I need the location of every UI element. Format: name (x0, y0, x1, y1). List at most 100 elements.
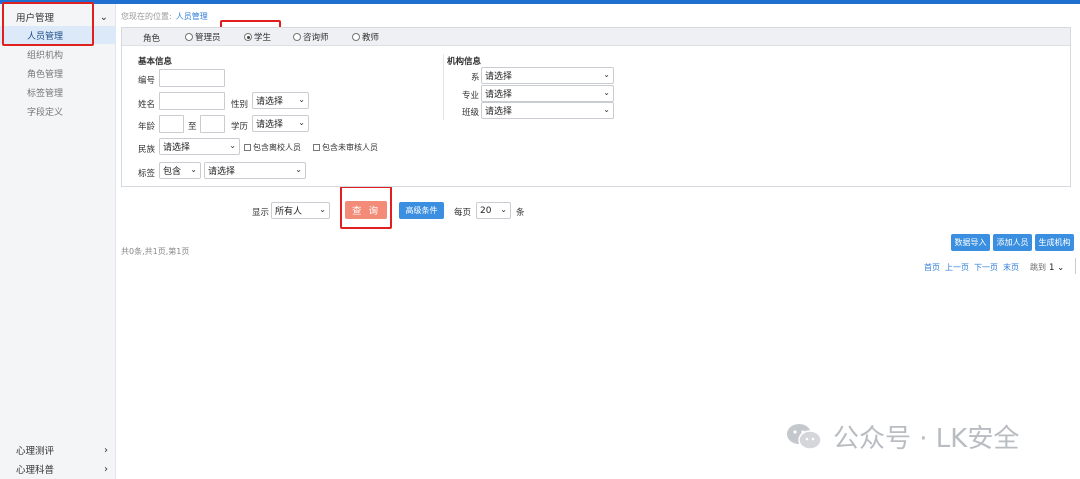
age-from-input[interactable] (159, 115, 184, 133)
per-page-value: 20 (480, 205, 492, 216)
radio-label: 教师 (362, 33, 380, 43)
sidebar-item-label: 字段定义 (27, 107, 64, 118)
education-label: 学历 (231, 122, 249, 132)
result-summary: 共0条,共1页,第1页 (121, 247, 190, 256)
radio-circle[interactable] (185, 33, 193, 41)
major-select-value: 请选择 (485, 90, 513, 100)
basic-info-title: 基本信息 (138, 57, 173, 67)
radio-circle-checked[interactable] (244, 33, 252, 41)
radio-label: 咨询师 (303, 33, 329, 43)
add-person-button[interactable]: 添加人员 (993, 234, 1032, 251)
role-label: 角色 (143, 34, 161, 44)
watermark-text: 公众号 · LK安全 (833, 424, 1020, 454)
radio-admin[interactable]: 管理员 (185, 31, 221, 43)
show-select[interactable]: 所有人 ⌄ (271, 202, 330, 219)
tag-label: 标签 (138, 169, 156, 179)
pager-jump-value: 1 (1049, 262, 1055, 273)
checkbox-box[interactable] (313, 144, 320, 151)
pager-prev[interactable]: 上一页 (945, 262, 969, 273)
chevron-down-icon: ⌄ (298, 95, 305, 104)
ethnic-label: 民族 (138, 145, 156, 155)
checkbox-include-unapproved[interactable]: 包含未审核人员 (313, 142, 378, 153)
department-select[interactable]: 请选择 ⌄ (481, 67, 614, 84)
sidebar-item-organization[interactable]: 组织机构 (0, 45, 116, 63)
tag-select[interactable]: 请选择 ⌄ (204, 162, 306, 179)
section-divider (443, 54, 444, 120)
query-button[interactable]: 查 询 (345, 201, 387, 219)
age-to-input[interactable] (200, 115, 225, 133)
gender-label: 性别 (231, 100, 249, 110)
gender-select-value: 请选择 (256, 97, 284, 107)
sidebar-item-roles[interactable]: 角色管理 (0, 64, 116, 82)
tag-mode-value: 包含 (163, 167, 182, 177)
radio-circle[interactable] (352, 33, 360, 41)
chevron-down-icon: ⌄ (99, 11, 108, 23)
id-input[interactable] (159, 69, 225, 87)
sidebar-item-label: 标签管理 (27, 88, 64, 99)
radio-student[interactable]: 学生 (244, 31, 271, 43)
pagination: 首页 上一页 下一页 末页 跳到 1 ⌄ (924, 262, 1064, 273)
name-label: 姓名 (138, 100, 156, 110)
per-page-unit: 条 (516, 208, 525, 218)
sidebar: 用户管理 ⌄ 人员管理 组织机构 角色管理 标签管理 字段定义 心理测评 › 心… (0, 4, 116, 479)
chevron-down-icon: ⌄ (298, 118, 305, 127)
sidebar-group-label: 用户管理 (16, 13, 55, 24)
tag-select-value: 请选择 (208, 167, 236, 177)
class-label: 班级 (462, 108, 480, 118)
role-bar: 角色 管理员 学生 咨询师 教师 (122, 28, 1070, 46)
sidebar-item-tags[interactable]: 标签管理 (0, 83, 116, 101)
chevron-down-icon: ⌄ (319, 205, 326, 214)
age-to-label: 至 (188, 122, 197, 132)
sidebar-item-label: 组织机构 (27, 50, 64, 61)
sidebar-group-psych-science[interactable]: 心理科普 › (0, 460, 116, 478)
pager-edge-divider (1075, 258, 1076, 274)
education-select[interactable]: 请选择 ⌄ (252, 115, 309, 132)
per-page-label: 每页 (454, 208, 472, 218)
sidebar-group-label: 心理科普 (16, 465, 55, 476)
major-select[interactable]: 请选择 ⌄ (481, 85, 614, 102)
radio-circle[interactable] (293, 33, 301, 41)
breadcrumb-current[interactable]: 人员管理 (176, 12, 208, 21)
education-select-value: 请选择 (256, 120, 284, 130)
gender-select[interactable]: 请选择 ⌄ (252, 92, 309, 109)
breadcrumb: 您现在的位置: 人员管理 (121, 11, 208, 22)
sidebar-group-psych-eval[interactable]: 心理测评 › (0, 441, 116, 459)
chevron-down-icon: ⌄ (603, 70, 610, 79)
generate-org-button[interactable]: 生成机构 (1035, 234, 1074, 251)
top-accent-bar (0, 0, 1080, 4)
sidebar-group-user-management[interactable]: 用户管理 ⌄ (0, 8, 116, 26)
major-label: 专业 (462, 91, 480, 101)
radio-label: 管理员 (195, 33, 221, 43)
ethnic-select[interactable]: 请选择 ⌄ (159, 138, 240, 155)
checkbox-box[interactable] (244, 144, 251, 151)
radio-counselor[interactable]: 咨询师 (293, 31, 329, 43)
radio-label: 学生 (254, 33, 272, 43)
sidebar-item-label: 角色管理 (27, 69, 64, 80)
sidebar-item-field-definitions[interactable]: 字段定义 (0, 102, 116, 120)
pager-jump-select[interactable]: 1 ⌄ (1049, 263, 1064, 273)
per-page-select[interactable]: 20 ⌄ (476, 202, 511, 219)
name-input[interactable] (159, 92, 225, 110)
checkbox-include-left-school[interactable]: 包含离校人员 (244, 142, 301, 153)
radio-teacher[interactable]: 教师 (352, 31, 379, 43)
pager-next[interactable]: 下一页 (974, 262, 998, 273)
tag-mode-select[interactable]: 包含 ⌄ (159, 162, 201, 179)
pager-first[interactable]: 首页 (924, 262, 940, 273)
age-label: 年龄 (138, 122, 156, 132)
chevron-down-icon: ⌄ (603, 88, 610, 97)
checkbox-label: 包含离校人员 (253, 143, 301, 152)
pager-last[interactable]: 末页 (1003, 262, 1019, 273)
wechat-icon (787, 423, 822, 450)
chevron-right-icon: › (104, 444, 108, 456)
pager-jump-label: 跳到 (1030, 263, 1046, 272)
breadcrumb-prefix: 您现在的位置: (121, 12, 172, 21)
class-select[interactable]: 请选择 ⌄ (481, 102, 614, 119)
chevron-down-icon: ⌄ (229, 141, 236, 150)
org-info-title: 机构信息 (447, 57, 482, 67)
class-select-value: 请选择 (485, 107, 513, 117)
data-import-button[interactable]: 数据导入 (951, 234, 990, 251)
sidebar-item-personnel[interactable]: 人员管理 (0, 26, 116, 44)
advanced-conditions-button[interactable]: 高级条件 (399, 202, 444, 219)
id-label: 编号 (138, 76, 156, 86)
filter-panel: 角色 管理员 学生 咨询师 教师 基本信息 编号 姓名 性别 请选择 ⌄ 年龄 … (121, 27, 1071, 187)
